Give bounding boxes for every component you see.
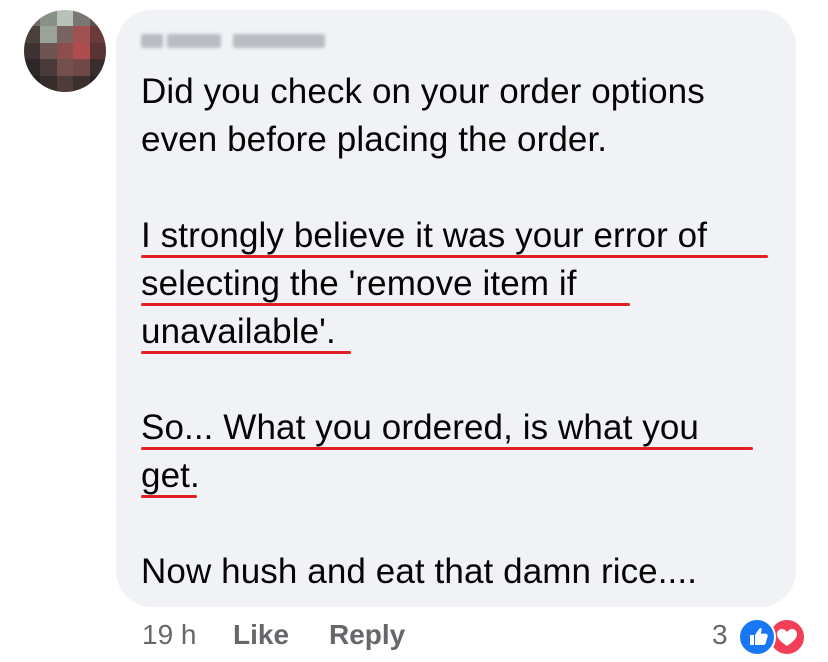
comment-line-2: even before placing the order. <box>141 120 608 159</box>
comment-timestamp[interactable]: 19 h <box>142 617 197 653</box>
underline-annotation <box>141 303 630 306</box>
reply-button[interactable]: Reply <box>329 617 405 653</box>
reaction-count[interactable]: 3 <box>712 617 728 653</box>
comment-line-6: So... What you ordered, is what you <box>141 408 699 447</box>
comment-line-8: Now hush and eat that damn rice.... <box>141 552 698 591</box>
underline-annotation <box>141 351 351 354</box>
underline-annotation <box>141 447 753 450</box>
author-name-redacted[interactable] <box>141 30 341 52</box>
comment-line-1: Did you check on your order options <box>141 72 705 111</box>
comment-line-3: I strongly believe it was your error of <box>141 216 708 255</box>
underline-annotation <box>141 255 768 258</box>
underline-annotation <box>141 495 197 498</box>
like-reaction-icon[interactable] <box>738 618 776 656</box>
avatar[interactable] <box>24 10 106 92</box>
comment-line-4: selecting the 'remove item if <box>141 264 577 303</box>
comment-line-5: unavailable'. <box>141 312 336 351</box>
like-button[interactable]: Like <box>233 617 289 653</box>
comment-line-7: get. <box>141 456 200 495</box>
